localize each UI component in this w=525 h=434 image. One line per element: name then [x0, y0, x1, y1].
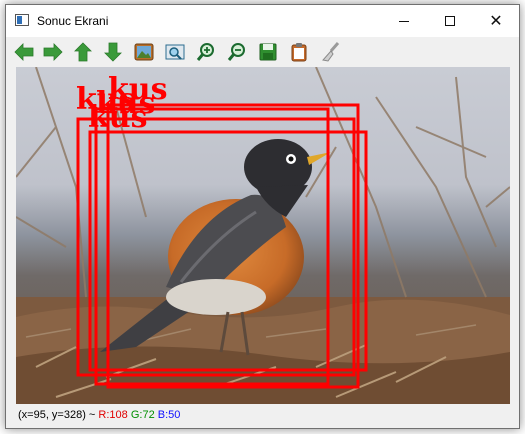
minimize-icon [399, 20, 409, 22]
title-bar[interactable]: Sonuc Ekrani ✕ [6, 5, 519, 37]
properties-button[interactable] [318, 40, 342, 64]
close-icon: ✕ [489, 13, 503, 30]
cursor-coordinates: (x=95, y=328) ~ [18, 409, 99, 421]
close-button[interactable]: ✕ [473, 5, 519, 37]
result-window: Sonuc Ekrani ✕ kus kus kus kus (x=95, y=… [5, 4, 520, 429]
window-title: Sonuc Ekrani [37, 14, 109, 28]
maximize-button[interactable] [427, 5, 473, 37]
blue-value: B:50 [157, 409, 181, 421]
pan-left-button[interactable] [12, 40, 36, 64]
pan-up-button[interactable] [71, 40, 95, 64]
arrow-up-icon [74, 42, 92, 62]
zoom-out-icon [227, 43, 245, 61]
maximize-icon [445, 16, 455, 26]
copy-button[interactable] [287, 40, 311, 64]
arrow-down-icon [104, 42, 122, 62]
image-icon [134, 43, 154, 61]
save-icon [259, 43, 277, 61]
zoom-region-button[interactable] [163, 40, 187, 64]
app-icon [15, 14, 29, 26]
clipboard-icon [291, 43, 307, 62]
zoom-region-icon [165, 44, 185, 60]
pixel-readout: (x=95, y=328) ~ R:108 G:72 B:50 [18, 408, 180, 422]
image-viewport[interactable]: kus kus kus kus [16, 67, 510, 404]
red-value: R:108 [98, 409, 128, 421]
toolbar [6, 37, 519, 67]
green-value: G:72 [130, 409, 155, 421]
pan-right-button[interactable] [41, 40, 65, 64]
zoom-in-icon [196, 43, 214, 61]
detection-label-4: kus [108, 72, 168, 107]
brush-icon [322, 42, 340, 62]
minimize-button[interactable] [381, 5, 427, 37]
zoom-out-button[interactable] [225, 40, 249, 64]
arrow-right-icon [43, 43, 63, 61]
arrow-left-icon [14, 43, 34, 61]
pan-down-button[interactable] [101, 40, 125, 64]
fit-image-button[interactable] [132, 40, 156, 64]
photo-canvas: kus kus kus kus [16, 67, 510, 404]
zoom-in-button[interactable] [194, 40, 218, 64]
status-bar: (x=95, y=328) ~ R:108 G:72 B:50 [6, 404, 519, 426]
save-button[interactable] [256, 40, 280, 64]
